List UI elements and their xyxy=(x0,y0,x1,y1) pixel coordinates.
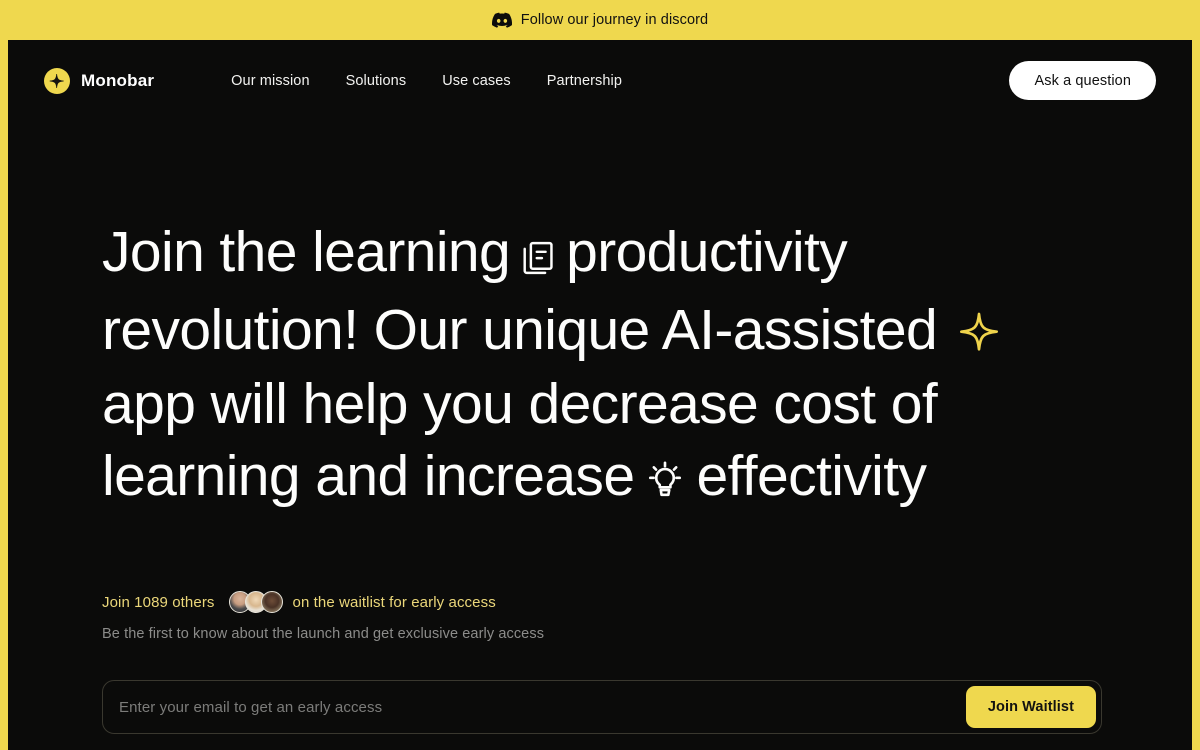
nav-item-our-mission[interactable]: Our mission xyxy=(231,73,309,89)
email-input[interactable] xyxy=(103,681,966,733)
avatar-group xyxy=(228,591,283,613)
waitlist-form: Join Waitlist xyxy=(102,680,1102,734)
headline-part-4: effectivity xyxy=(696,444,927,508)
hero-subtext: Be the first to know about the launch an… xyxy=(102,626,545,642)
lightbulb-icon xyxy=(644,447,686,519)
announcement-text: Follow our journey in discord xyxy=(520,12,709,28)
headline-part-1: Join the learning xyxy=(102,220,511,284)
nav-item-partnership[interactable]: Partnership xyxy=(547,73,622,89)
social-proof-suffix: on the waitlist for early access xyxy=(292,593,496,611)
page-title: Join the learning productivity revolution… xyxy=(102,216,1082,519)
nav-links: Our mission Solutions Use cases Partners… xyxy=(231,73,622,89)
hero-section: Join the learning productivity revolution… xyxy=(8,121,1192,734)
nav-item-solutions[interactable]: Solutions xyxy=(346,73,407,89)
avatar xyxy=(260,591,283,613)
page-frame: Monobar Our mission Solutions Use cases … xyxy=(0,40,1200,750)
brand-name: Monobar xyxy=(81,70,155,90)
join-waitlist-button[interactable]: Join Waitlist xyxy=(965,686,1096,728)
announcement-bar[interactable]: Follow our journey in discord xyxy=(0,0,1200,40)
sparkle-icon xyxy=(959,296,999,368)
nav-item-use-cases[interactable]: Use cases xyxy=(442,73,511,89)
sparkle-logo-icon xyxy=(44,67,70,94)
social-proof-prefix: Join 1089 others xyxy=(102,593,215,611)
documents-icon xyxy=(519,222,557,294)
social-proof: Join 1089 others on the waitlist for ear… xyxy=(102,591,1192,613)
ask-a-question-button[interactable]: Ask a question xyxy=(1009,61,1156,100)
dark-panel: Monobar Our mission Solutions Use cases … xyxy=(8,40,1192,750)
brand-logo[interactable]: Monobar xyxy=(44,67,155,94)
navbar: Monobar Our mission Solutions Use cases … xyxy=(8,40,1192,121)
discord-icon xyxy=(491,10,512,30)
